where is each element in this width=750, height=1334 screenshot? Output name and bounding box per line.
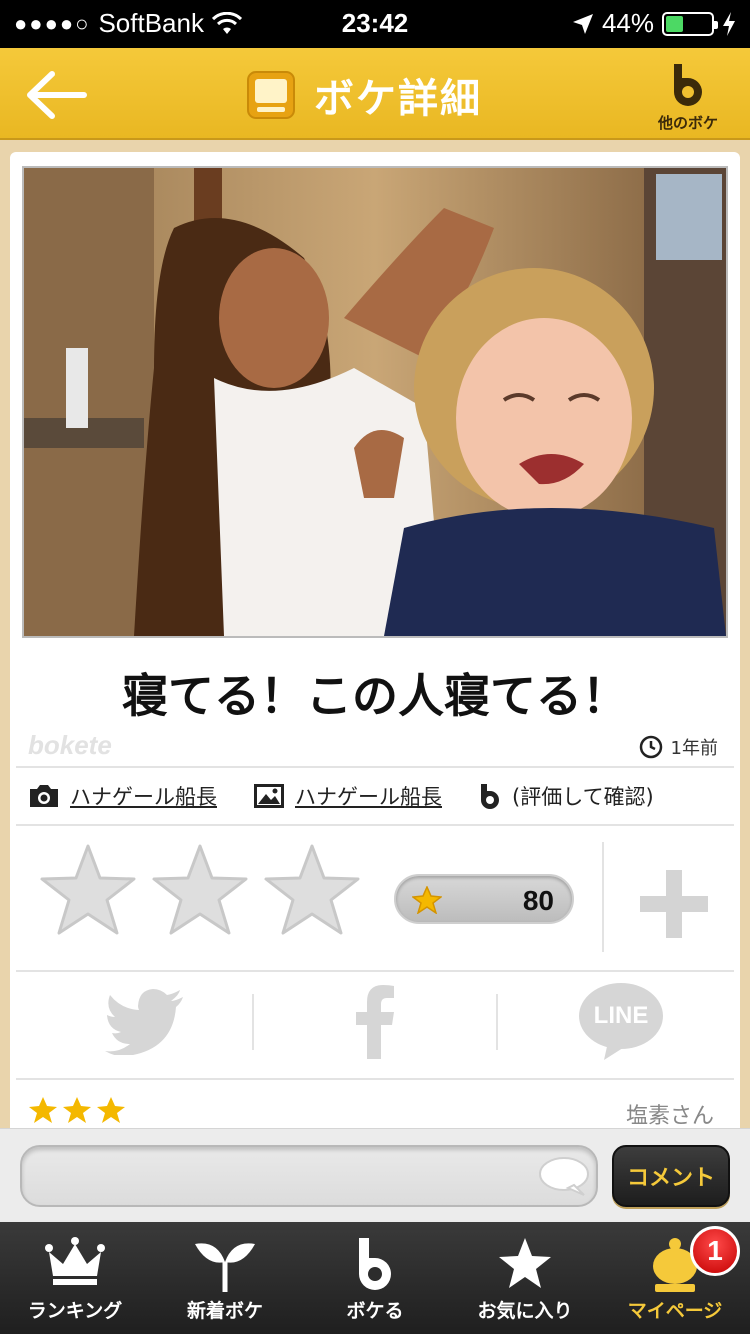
tab-post-boke-label: ボケる (346, 1300, 404, 1322)
share-row: LINE (10, 974, 740, 1078)
posted-time: 1年前 (639, 734, 718, 760)
facebook-icon (356, 985, 394, 1059)
score-value: 80 (522, 885, 554, 916)
rate-star-1[interactable] (38, 842, 138, 938)
star-icon (499, 1238, 551, 1288)
page-title-text: ボケ詳細 (314, 76, 482, 122)
crown-icon (45, 1237, 105, 1285)
charging-bolt-icon (723, 11, 735, 36)
boke-credit[interactable]: ハナゲール船長 (253, 781, 442, 811)
bokete-watermark: bokete (28, 730, 112, 760)
comment-author[interactable]: 塩素さん (626, 1098, 714, 1130)
facebook-share-button[interactable] (300, 982, 450, 1062)
status-bar: ●●●●○ SoftBank 23:42 44% (0, 0, 750, 48)
nav-bar: ボケ詳細 他のボケ (0, 48, 750, 140)
star-icon (412, 886, 442, 914)
battery-percent: 44% (601, 8, 654, 38)
star-icon (29, 1097, 57, 1123)
star-outline-icon (264, 844, 360, 935)
twitter-share-button[interactable] (70, 982, 220, 1062)
back-button[interactable] (22, 68, 90, 122)
photo-illustration (24, 168, 726, 636)
comment-bar: コメント (0, 1128, 750, 1222)
tab-mypage[interactable]: マイページ 1 (600, 1222, 750, 1334)
page-title: ボケ詳細 (246, 66, 482, 124)
tv-icon (247, 71, 295, 119)
boke-caption: 寝てる！この人寝てる！ (122, 669, 628, 723)
boke-author-link[interactable]: ハナゲール船長 (295, 781, 442, 811)
rating-reveal[interactable]: (評価して確認) (478, 781, 654, 811)
rating-reveal-text: (評価して確認) (512, 785, 654, 809)
tab-ranking[interactable]: ランキング (0, 1222, 150, 1334)
rate-star-2[interactable] (150, 842, 250, 938)
tab-new-boke-label: 新着ボケ (186, 1300, 263, 1322)
star-icon (97, 1097, 125, 1123)
tab-favorites[interactable]: お気に入り (450, 1222, 600, 1334)
twitter-icon (105, 989, 183, 1055)
rate-star-3[interactable] (262, 842, 362, 938)
comment-input[interactable] (20, 1145, 598, 1207)
tab-ranking-label: ランキング (27, 1300, 123, 1322)
battery-icon (662, 11, 718, 36)
photo-credit[interactable]: ハナゲール船長 (28, 781, 217, 811)
divider (16, 824, 734, 826)
speech-bubble-icon (539, 1157, 589, 1196)
image-icon (254, 784, 284, 808)
status-right: 44% (572, 8, 736, 39)
plus-icon (640, 870, 708, 938)
comment-stars (28, 1096, 126, 1124)
star-icon (63, 1097, 91, 1123)
credits-row: ハナゲール船長 ハナゲール船長 (評価して確認) (28, 778, 724, 814)
tab-favorites-label: お気に入り (477, 1300, 573, 1322)
vertical-divider (252, 994, 254, 1050)
tab-new-boke[interactable]: 新着ボケ (150, 1222, 300, 1334)
line-share-button[interactable]: LINE (546, 982, 696, 1062)
tab-bar: ランキング 新着ボケ ボケる お気に入り マイページ 1 (0, 1222, 750, 1334)
star-outline-icon (40, 844, 136, 935)
score-pill: 80 (394, 874, 574, 924)
bokete-b-icon (481, 784, 499, 809)
comment-submit-button[interactable]: コメント (612, 1145, 730, 1207)
divider (16, 1078, 734, 1080)
tab-post-boke[interactable]: ボケる (300, 1222, 450, 1334)
tab-mypage-label: マイページ (627, 1300, 723, 1322)
add-favorite-button[interactable] (638, 868, 710, 940)
line-label: LINE (593, 1002, 649, 1029)
notification-badge: 1 (690, 1226, 740, 1276)
sprout-icon (195, 1243, 255, 1292)
bokete-b-icon (674, 64, 702, 106)
divider (16, 766, 734, 768)
photo-author-link[interactable]: ハナゲール船長 (70, 781, 217, 811)
boke-photo[interactable] (22, 166, 728, 638)
other-boke-label: 他のボケ (657, 114, 718, 132)
divider (16, 970, 734, 972)
camera-icon (30, 785, 58, 807)
clock-icon (639, 735, 662, 759)
rating-row: 80 (10, 834, 740, 962)
vertical-divider (496, 994, 498, 1050)
boke-card: 寝てる！この人寝てる！ bokete 1年前 ハナゲール船長 ハナゲール船長 (… (10, 152, 740, 1222)
other-boke-button[interactable]: 他のボケ (640, 60, 736, 133)
vertical-divider (602, 842, 604, 952)
location-arrow-icon (572, 13, 593, 34)
back-arrow-icon (27, 71, 87, 119)
star-outline-icon (152, 844, 248, 935)
battery-fill (666, 15, 684, 32)
posted-ago-text: 1年前 (670, 738, 718, 759)
bokete-b-icon (359, 1238, 391, 1290)
